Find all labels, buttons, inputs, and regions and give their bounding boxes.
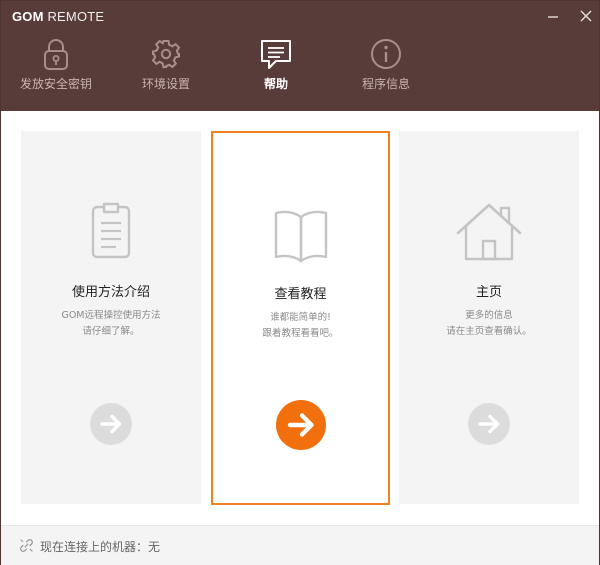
arrow-right-icon: [287, 413, 314, 437]
card-desc-line: 更多的信息: [465, 310, 513, 321]
tab-help[interactable]: 帮助: [228, 37, 324, 101]
card-desc-line: 请在主页查看确认。: [446, 326, 532, 337]
app-title-light: REMOTE: [47, 9, 105, 24]
tab-program-info[interactable]: 程序信息: [338, 37, 434, 101]
arrow-right-icon: [100, 414, 122, 434]
tab-security-key[interactable]: 发放安全密钥: [8, 37, 104, 101]
info-icon: [371, 39, 401, 69]
tab-label: 环境设置: [141, 77, 190, 91]
card-title: 查看教程: [274, 287, 327, 302]
card-description: 更多的信息 请在主页查看确认。: [399, 308, 579, 340]
tab-settings[interactable]: 环境设置: [118, 37, 214, 101]
tab-label: 帮助: [263, 77, 288, 91]
card-desc-line: 谁都能简单的!: [270, 312, 331, 323]
app-title-bold: GOM: [12, 9, 44, 24]
card-arrow-button[interactable]: [275, 400, 326, 450]
padlock-icon: [44, 39, 68, 70]
card-desc-line: 请仔细了解。: [82, 326, 140, 337]
header-bar: GOM REMOTE 发放安全密钥 环境设置 帮助 程序信息: [1, 1, 599, 111]
gear-icon: [151, 39, 181, 69]
chat-bubble-icon: [261, 40, 291, 69]
app-window: GOM REMOTE 发放安全密钥 环境设置 帮助 程序信息 使用方法介绍 GO…: [0, 0, 600, 565]
card-description: 谁都能简单的! 跟着教程看看吧。: [213, 310, 388, 342]
close-icon: [580, 10, 592, 22]
minimize-button[interactable]: [542, 6, 564, 26]
tab-label: 发放安全密钥: [19, 77, 92, 91]
card-title: 使用方法介绍: [71, 285, 150, 300]
card-desc-line: GOM远程操控使用方法: [61, 310, 161, 321]
card-view-tutorial[interactable]: 查看教程 谁都能简单的! 跟着教程看看吧。: [211, 131, 390, 505]
card-homepage[interactable]: 主页 更多的信息 请在主页查看确认。: [399, 131, 579, 504]
card-desc-line: 跟着教程看看吧。: [262, 328, 339, 339]
card-arrow-button[interactable]: [90, 403, 132, 445]
app-title: GOM REMOTE: [12, 9, 104, 24]
help-content: 使用方法介绍 GOM远程操控使用方法 请仔细了解。 查看教程 谁都能简单的! 跟…: [1, 111, 599, 525]
card-arrow-button[interactable]: [468, 403, 510, 445]
close-button[interactable]: [575, 6, 597, 26]
arrow-right-icon: [478, 414, 500, 434]
card-title: 主页: [475, 285, 502, 300]
tab-label: 程序信息: [361, 77, 410, 91]
connection-status: 现在连接上的机器：无: [40, 540, 161, 554]
status-bar: 现在连接上的机器：无: [1, 525, 599, 565]
card-usage-guide[interactable]: 使用方法介绍 GOM远程操控使用方法 请仔细了解。: [21, 131, 201, 504]
minimize-icon: [548, 16, 558, 18]
home-icon: [456, 203, 522, 261]
card-description: GOM远程操控使用方法 请仔细了解。: [21, 308, 201, 340]
clipboard-icon: [91, 202, 131, 259]
book-icon: [274, 210, 327, 263]
link-icon: [20, 539, 33, 552]
